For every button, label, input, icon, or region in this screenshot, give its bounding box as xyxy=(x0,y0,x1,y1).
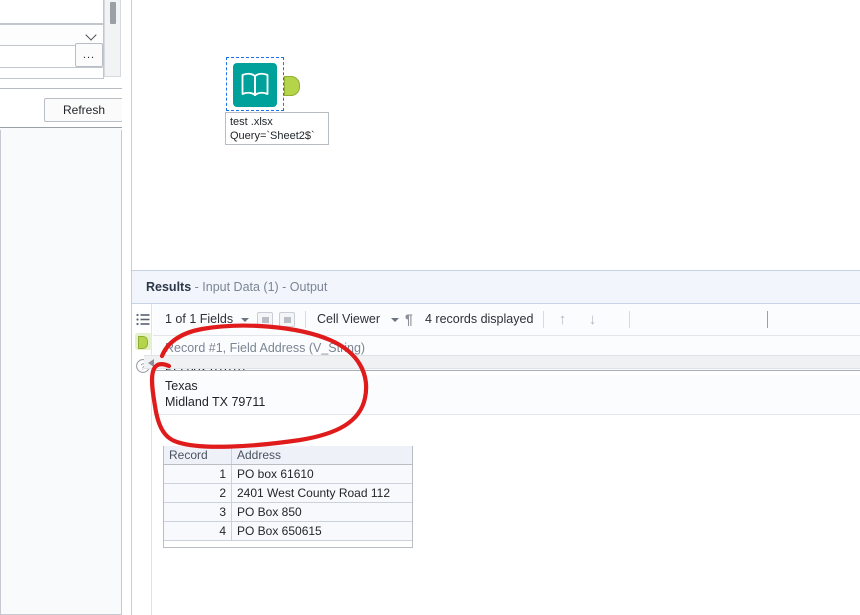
app-window: ... Refresh test .xlsx Query=`Sheet2$` R… xyxy=(0,0,860,615)
cell-record: 3 xyxy=(164,503,232,521)
cell-viewer-chevron-down-icon[interactable] xyxy=(391,318,399,322)
next-record-arrow-icon[interactable]: ↓ xyxy=(585,312,600,328)
book-icon xyxy=(233,63,277,107)
cell-address[interactable]: PO Box 650615 xyxy=(232,522,412,540)
fields-chevron-down-icon[interactable] xyxy=(241,318,249,322)
results-toolbar: 1 of 1 Fields Cell Viewer ¶ 4 records di… xyxy=(153,304,860,336)
workflow-canvas[interactable]: test .xlsx Query=`Sheet2$` xyxy=(131,0,860,270)
table-row[interactable]: 1 PO box 61610 xyxy=(164,465,412,484)
browse-ellipsis-button[interactable]: ... xyxy=(75,43,103,67)
records-displayed-label: 4 records displayed xyxy=(425,312,534,326)
node-label-line2: Query=`Sheet2$` xyxy=(230,130,315,142)
cell-viewer-selector-label[interactable]: Cell Viewer xyxy=(317,312,380,326)
panel-gap xyxy=(122,0,130,615)
previous-record-arrow-icon[interactable]: ↑ xyxy=(555,312,570,328)
config-blank-field-2[interactable] xyxy=(0,67,104,79)
results-header: Results - Input Data (1) - Output xyxy=(132,270,860,304)
cell-viewer-header: Record #1, Field Address (V_String) xyxy=(165,341,366,355)
grid-bottom-edge xyxy=(163,541,413,548)
configuration-scroll-host: ... xyxy=(0,0,121,79)
table-header-row: Record Address xyxy=(164,446,412,465)
cell-record: 2 xyxy=(164,484,232,502)
results-pane: Results - Input Data (1) - Output ? 1 of… xyxy=(131,270,860,615)
configuration-lower-pane xyxy=(0,130,122,615)
table-row[interactable]: 4 PO Box 650615 xyxy=(164,522,412,541)
output-anchor-icon[interactable] xyxy=(135,333,152,350)
pilcrow-icon[interactable]: ¶ xyxy=(405,311,413,327)
node-label: test .xlsx Query=`Sheet2$` xyxy=(225,112,329,145)
node-label-line1: test .xlsx xyxy=(230,116,273,128)
select-all-fields-button[interactable] xyxy=(257,312,273,327)
config-vertical-scrollbar[interactable] xyxy=(104,0,121,77)
results-title-sub: - Input Data (1) - Output xyxy=(191,280,328,294)
scrollbar-thumb[interactable] xyxy=(110,2,116,24)
column-header-record[interactable]: Record xyxy=(164,446,232,464)
scroll-left-arrow-icon[interactable] xyxy=(148,359,154,367)
book-icon-svg xyxy=(241,72,269,96)
toolbar-divider xyxy=(305,311,306,328)
cell-address[interactable]: 2401 West County Road 112 xyxy=(232,484,412,502)
results-title: Results - Input Data (1) - Output xyxy=(146,280,327,294)
toolbar-divider-3 xyxy=(629,311,630,328)
configuration-form: ... Refresh xyxy=(0,0,130,128)
results-icon-rail: ? xyxy=(132,304,152,615)
cell-viewer-horizontal-scrollbar[interactable] xyxy=(144,355,860,369)
configuration-panel: ... Refresh xyxy=(0,0,130,615)
search-text-cursor[interactable] xyxy=(767,311,768,328)
chevron-down-icon xyxy=(86,29,97,40)
results-title-bold: Results xyxy=(146,280,192,294)
input-data-tool-node[interactable] xyxy=(226,57,300,111)
list-metadata-icon[interactable] xyxy=(135,312,151,328)
config-blank-field[interactable] xyxy=(0,0,104,24)
refresh-button[interactable]: Refresh xyxy=(44,98,124,122)
deselect-all-fields-button[interactable] xyxy=(279,312,295,327)
output-anchor-icon[interactable] xyxy=(284,76,300,96)
column-header-address[interactable]: Address xyxy=(232,446,412,464)
results-splitter[interactable] xyxy=(153,370,860,375)
cell-viewer-line-2: Texas xyxy=(165,378,198,393)
cell-address[interactable]: PO box 61610 xyxy=(232,465,412,483)
fields-selector-label[interactable]: 1 of 1 Fields xyxy=(165,312,233,326)
cell-record: 4 xyxy=(164,522,232,540)
cell-record: 1 xyxy=(164,465,232,483)
cell-viewer-line-3: Midland TX 79711 xyxy=(165,395,266,409)
table-row[interactable]: 3 PO Box 850 xyxy=(164,503,412,522)
divider xyxy=(0,88,122,89)
cell-viewer-panel: Record #1, Field Address (V_String) PO b… xyxy=(153,336,860,415)
table-row[interactable]: 2 2401 West County Road 112 xyxy=(164,484,412,503)
toolbar-divider-2 xyxy=(543,311,544,328)
cell-address[interactable]: PO Box 850 xyxy=(232,503,412,521)
results-data-grid[interactable]: Record Address 1 PO box 61610 2 2401 Wes… xyxy=(163,446,413,542)
